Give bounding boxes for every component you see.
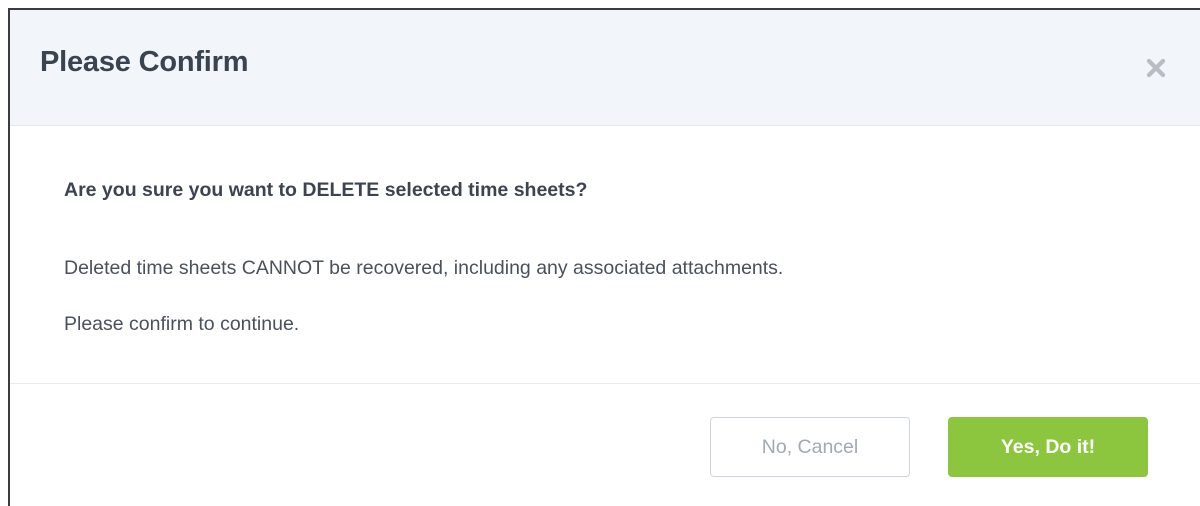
dialog-header: Please Confirm: [10, 10, 1200, 126]
page: Please Confirm Are you sure you want to …: [0, 0, 1200, 506]
cancel-button[interactable]: No, Cancel: [710, 417, 910, 477]
dialog-title: Please Confirm: [40, 46, 249, 78]
close-button[interactable]: [1140, 52, 1172, 84]
dialog-body: Are you sure you want to DELETE selected…: [10, 126, 1200, 384]
dialog-footer: No, Cancel Yes, Do it!: [10, 384, 1200, 506]
confirm-button[interactable]: Yes, Do it!: [948, 417, 1148, 477]
close-icon: [1146, 58, 1166, 78]
confirm-question: Are you sure you want to DELETE selected…: [64, 179, 588, 201]
confirm-dialog: Please Confirm Are you sure you want to …: [8, 8, 1200, 506]
warning-text: Deleted time sheets CANNOT be recovered,…: [64, 257, 784, 279]
instruction-text: Please confirm to continue.: [64, 313, 300, 335]
